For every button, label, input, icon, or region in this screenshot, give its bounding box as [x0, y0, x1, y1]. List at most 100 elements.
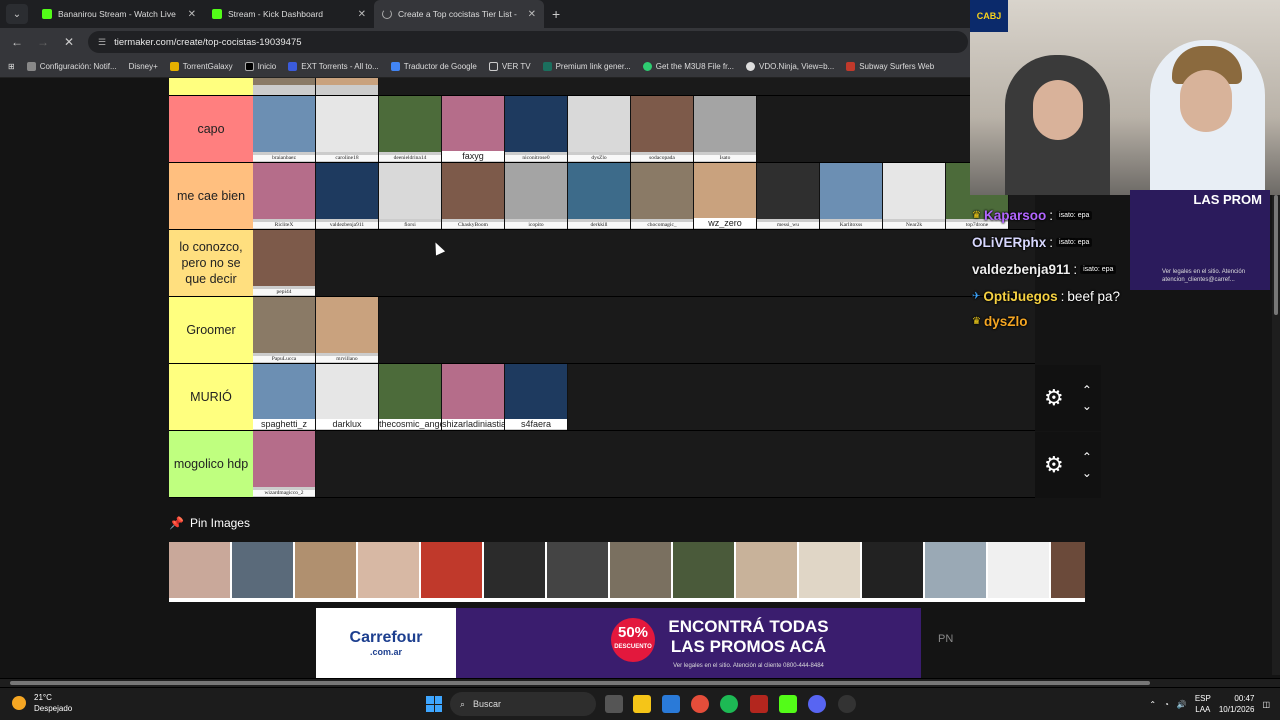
- pin-image[interactable]: [547, 542, 608, 598]
- bookmark-item[interactable]: Configuración: Notif...: [26, 62, 117, 71]
- pin-image[interactable]: [673, 542, 734, 598]
- close-icon[interactable]: ✕: [528, 9, 536, 20]
- tier-item[interactable]: ChaskyBoom: [442, 163, 505, 229]
- tier-item[interactable]: valdezbenja911: [316, 163, 379, 229]
- tier-item[interactable]: [253, 78, 316, 95]
- tier-item[interactable]: s4faera: [505, 364, 568, 430]
- back-button[interactable]: ←: [10, 35, 24, 49]
- tier-item[interactable]: thecosmic_angel: [379, 364, 442, 430]
- tier-item[interactable]: chocomagic_: [631, 163, 694, 229]
- tier-item[interactable]: braianbaez: [253, 96, 316, 162]
- forward-button[interactable]: →: [36, 35, 50, 49]
- bookmark-item[interactable]: Traductor de Google: [390, 62, 477, 71]
- url-field[interactable]: ☰ tiermaker.com/create/top-cocistas-1903…: [88, 31, 968, 53]
- tier-item[interactable]: pepi44: [253, 230, 316, 296]
- pin-image[interactable]: [736, 542, 797, 598]
- tier-item[interactable]: deenieldrina14: [379, 96, 442, 162]
- tab-tiermaker[interactable]: Create a Top cocistas Tier List - ✕: [374, 0, 544, 28]
- tier-item[interactable]: derkkill: [568, 163, 631, 229]
- pin-image[interactable]: [358, 542, 419, 598]
- tier-item[interactable]: Near2k: [883, 163, 946, 229]
- tier-item[interactable]: mrvillano: [316, 297, 379, 363]
- tier-item[interactable]: sodacopada: [631, 96, 694, 162]
- taskbar-search[interactable]: ⌕ Buscar: [450, 692, 596, 716]
- pin-image[interactable]: [925, 542, 986, 598]
- site-info-icon[interactable]: ☰: [98, 37, 106, 48]
- new-tab-button[interactable]: +: [552, 6, 560, 22]
- tier-item[interactable]: wz_zero: [694, 163, 757, 229]
- notifications-icon[interactable]: ◫: [1262, 700, 1270, 709]
- tier-item[interactable]: faxyg: [442, 96, 505, 162]
- tab-kick-dashboard[interactable]: Stream - Kick Dashboard ✕: [204, 0, 374, 28]
- close-icon[interactable]: ✕: [188, 9, 196, 20]
- bookmark-item[interactable]: Subway Surfers Web: [846, 62, 934, 71]
- bookmark-item[interactable]: Disney+: [129, 62, 158, 71]
- carrefour-ad[interactable]: Carrefour .com.ar 50% DESCUENTO ENCONTRÁ…: [316, 608, 921, 678]
- pin-image[interactable]: [610, 542, 671, 598]
- tier-item[interactable]: caroline18: [316, 96, 379, 162]
- obs-icon[interactable]: [838, 695, 856, 713]
- tier-item[interactable]: niconitrose0: [505, 96, 568, 162]
- tier-item[interactable]: dysZlo: [568, 96, 631, 162]
- video-app-icon[interactable]: [750, 695, 768, 713]
- tier-label[interactable]: Groomer: [169, 297, 253, 363]
- tier-item[interactable]: spaghetti_z: [253, 364, 316, 430]
- tier-label[interactable]: MURIÓ: [169, 364, 253, 430]
- tier-item[interactable]: PapuLucca: [253, 297, 316, 363]
- pin-image[interactable]: [862, 542, 923, 598]
- tier-label[interactable]: me cae bien: [169, 163, 253, 229]
- network-icon[interactable]: ◔: [1164, 700, 1169, 709]
- close-icon[interactable]: ✕: [358, 9, 366, 20]
- move-up-icon[interactable]: ⌃: [1082, 451, 1092, 463]
- tier-label[interactable]: capo: [169, 96, 253, 162]
- pin-image[interactable]: [988, 542, 1049, 598]
- pin-image[interactable]: [484, 542, 545, 598]
- pin-image[interactable]: [799, 542, 860, 598]
- move-down-icon[interactable]: ⌄: [1082, 467, 1092, 479]
- move-up-icon[interactable]: ⌃: [1082, 384, 1092, 396]
- weather-widget[interactable]: 21°C Despejado: [12, 692, 72, 714]
- tier-item[interactable]: icopito: [505, 163, 568, 229]
- tier-item[interactable]: messi_wu: [757, 163, 820, 229]
- pin-image[interactable]: [295, 542, 356, 598]
- pin-image[interactable]: [421, 542, 482, 598]
- tier-label[interactable]: [169, 78, 253, 95]
- tier-item[interactable]: Karlitoxss: [820, 163, 883, 229]
- task-view-icon[interactable]: [605, 695, 623, 713]
- tab-bananirou[interactable]: Bananirou Stream - Watch Live ✕: [34, 0, 204, 28]
- apps-icon[interactable]: ⊞: [8, 62, 15, 71]
- gear-icon[interactable]: ⚙: [1044, 452, 1064, 478]
- horizontal-scrollbar[interactable]: [0, 679, 1280, 687]
- vertical-scrollbar[interactable]: [1272, 195, 1280, 675]
- volume-icon[interactable]: 🔊: [1177, 700, 1187, 709]
- pin-image[interactable]: [232, 542, 293, 598]
- scrollbar-thumb[interactable]: [1274, 195, 1278, 315]
- tier-label[interactable]: mogolico hdp: [169, 431, 253, 497]
- stop-button[interactable]: ✕: [62, 35, 76, 49]
- tier-item[interactable]: wizardmagicco_2: [253, 431, 316, 497]
- bookmark-item[interactable]: VDO.Ninja, View=b...: [745, 62, 834, 71]
- tier-label[interactable]: lo conozco, pero no se que decir: [169, 230, 253, 296]
- tier-item[interactable]: darklux: [316, 364, 379, 430]
- tray-overflow-icon[interactable]: ⌃: [1149, 700, 1156, 709]
- tab-search-dropdown[interactable]: ⌄: [6, 4, 28, 24]
- bookmark-item[interactable]: TorrentGalaxy: [169, 62, 233, 71]
- bookmark-item[interactable]: VER TV: [488, 62, 531, 71]
- store-icon[interactable]: [662, 695, 680, 713]
- tier-item[interactable]: RicliteX: [253, 163, 316, 229]
- move-down-icon[interactable]: ⌄: [1082, 400, 1092, 412]
- kick-icon[interactable]: [779, 695, 797, 713]
- pin-image[interactable]: [1051, 542, 1085, 598]
- windows-start-icon[interactable]: [426, 696, 442, 712]
- bookmark-item[interactable]: Inicio: [244, 62, 276, 71]
- bookmark-item[interactable]: Get the M3U8 File fr...: [642, 62, 734, 71]
- bookmark-item[interactable]: EXT Torrents - All to...: [288, 62, 379, 71]
- gear-icon[interactable]: ⚙: [1044, 385, 1064, 411]
- tier-item[interactable]: Isato: [694, 96, 757, 162]
- tier-item[interactable]: shizarladiniastia: [442, 364, 505, 430]
- spotify-icon[interactable]: [720, 695, 738, 713]
- clock[interactable]: 00:47 10/1/2026: [1219, 693, 1255, 715]
- pin-image[interactable]: [169, 542, 230, 598]
- chrome-icon[interactable]: [691, 695, 709, 713]
- tier-item[interactable]: [316, 78, 379, 95]
